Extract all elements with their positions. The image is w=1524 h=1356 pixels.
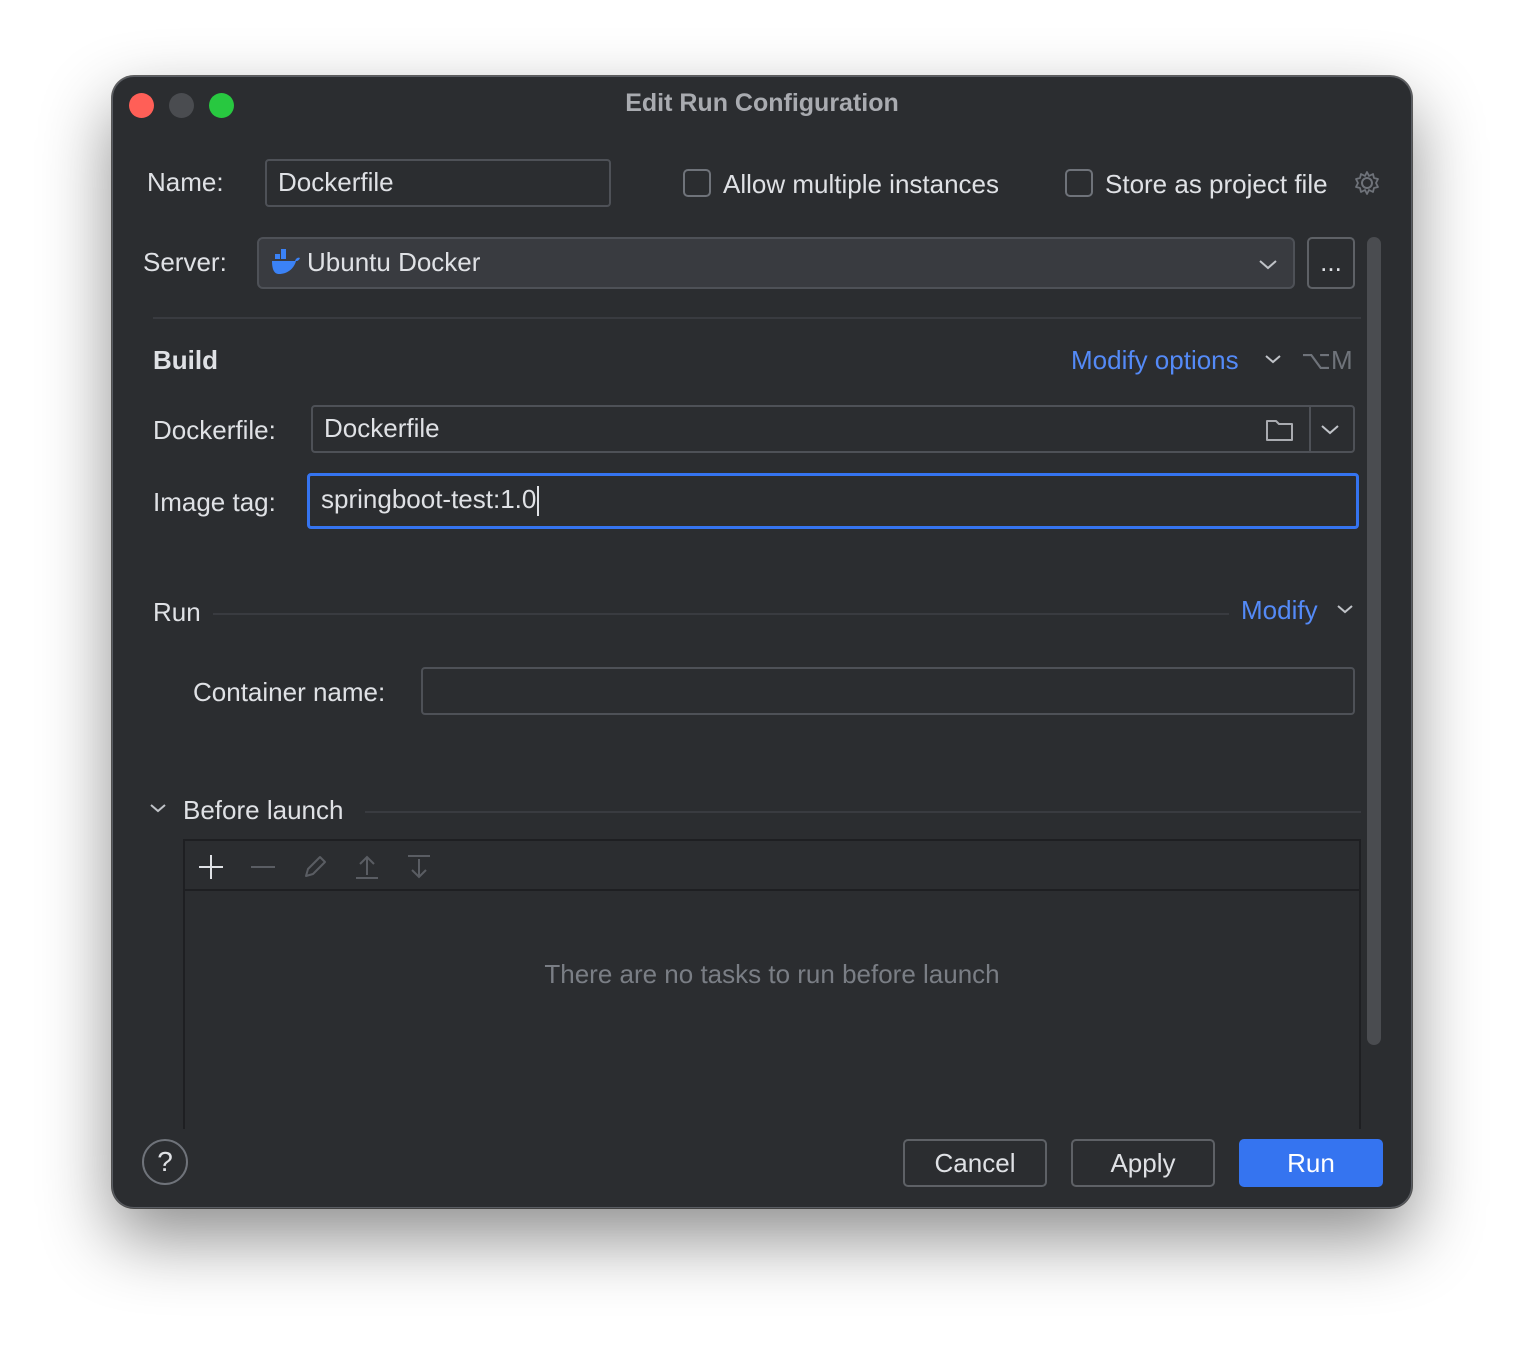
separator [365,811,1361,813]
task-list-toolbar [185,841,1359,891]
scrollbar[interactable] [1367,237,1381,1045]
cancel-button[interactable]: Cancel [903,1139,1047,1187]
gear-icon[interactable] [1353,169,1383,199]
move-up-icon[interactable] [353,853,381,881]
separator [153,317,1361,319]
container-name-label: Container name: [193,677,386,707]
image-tag-input-value: springboot-test:1.0 [321,484,537,514]
separator [1309,405,1311,453]
image-tag-input[interactable]: springboot-test:1.0 [307,473,1359,529]
apply-button[interactable]: Apply [1071,1139,1215,1187]
allow-multiple-instances-label[interactable]: Allow multiple instances [723,169,999,200]
before-launch-task-list: There are no tasks to run before launch [183,839,1361,1129]
store-as-project-file-checkbox[interactable] [1065,169,1093,197]
run-button[interactable]: Run [1239,1139,1383,1187]
edit-icon[interactable] [301,853,329,881]
store-as-project-file-label[interactable]: Store as project file [1105,169,1328,200]
edit-run-configuration-dialog: Edit Run Configuration Name: Dockerfile … [112,76,1412,1208]
dockerfile-input[interactable]: Dockerfile [311,405,1355,453]
add-icon[interactable] [197,853,225,881]
window-title: Edit Run Configuration [625,89,899,117]
chevron-down-icon[interactable] [1319,420,1341,438]
folder-icon[interactable] [1265,417,1295,443]
name-input-value: Dockerfile [278,167,394,197]
empty-task-list-message: There are no tasks to run before launch [544,959,1000,989]
modify-link[interactable]: Modify [1241,595,1318,626]
modify-options-link[interactable]: Modify options [1071,345,1239,376]
server-select[interactable]: Ubuntu Docker [257,237,1295,289]
chevron-down-icon[interactable] [147,799,169,817]
container-name-input[interactable] [421,667,1355,715]
chevron-down-icon[interactable] [1335,601,1355,617]
separator [213,613,1229,615]
server-select-value: Ubuntu Docker [307,247,481,277]
help-button[interactable]: ? [142,1139,188,1185]
server-label: Server: [143,247,227,277]
before-launch-heading[interactable]: Before launch [183,795,343,826]
move-down-icon[interactable] [405,853,433,881]
modify-options-shortcut: ⌥M [1301,345,1353,375]
chevron-down-icon[interactable] [1263,351,1283,367]
image-tag-label: Image tag: [153,487,276,517]
name-label: Name: [147,167,224,197]
build-heading: Build [153,345,218,375]
server-browse-button[interactable]: ... [1307,237,1355,289]
text-caret [537,486,540,517]
docker-icon [272,249,300,274]
dockerfile-input-value: Dockerfile [324,413,440,443]
title-bar: Edit Run Configuration [113,77,1411,133]
dockerfile-label: Dockerfile: [153,415,276,445]
allow-multiple-instances-checkbox[interactable] [683,169,711,197]
chevron-down-icon [1259,260,1277,270]
name-input[interactable]: Dockerfile [265,159,611,207]
run-heading: Run [153,597,201,627]
remove-icon[interactable] [249,853,277,881]
